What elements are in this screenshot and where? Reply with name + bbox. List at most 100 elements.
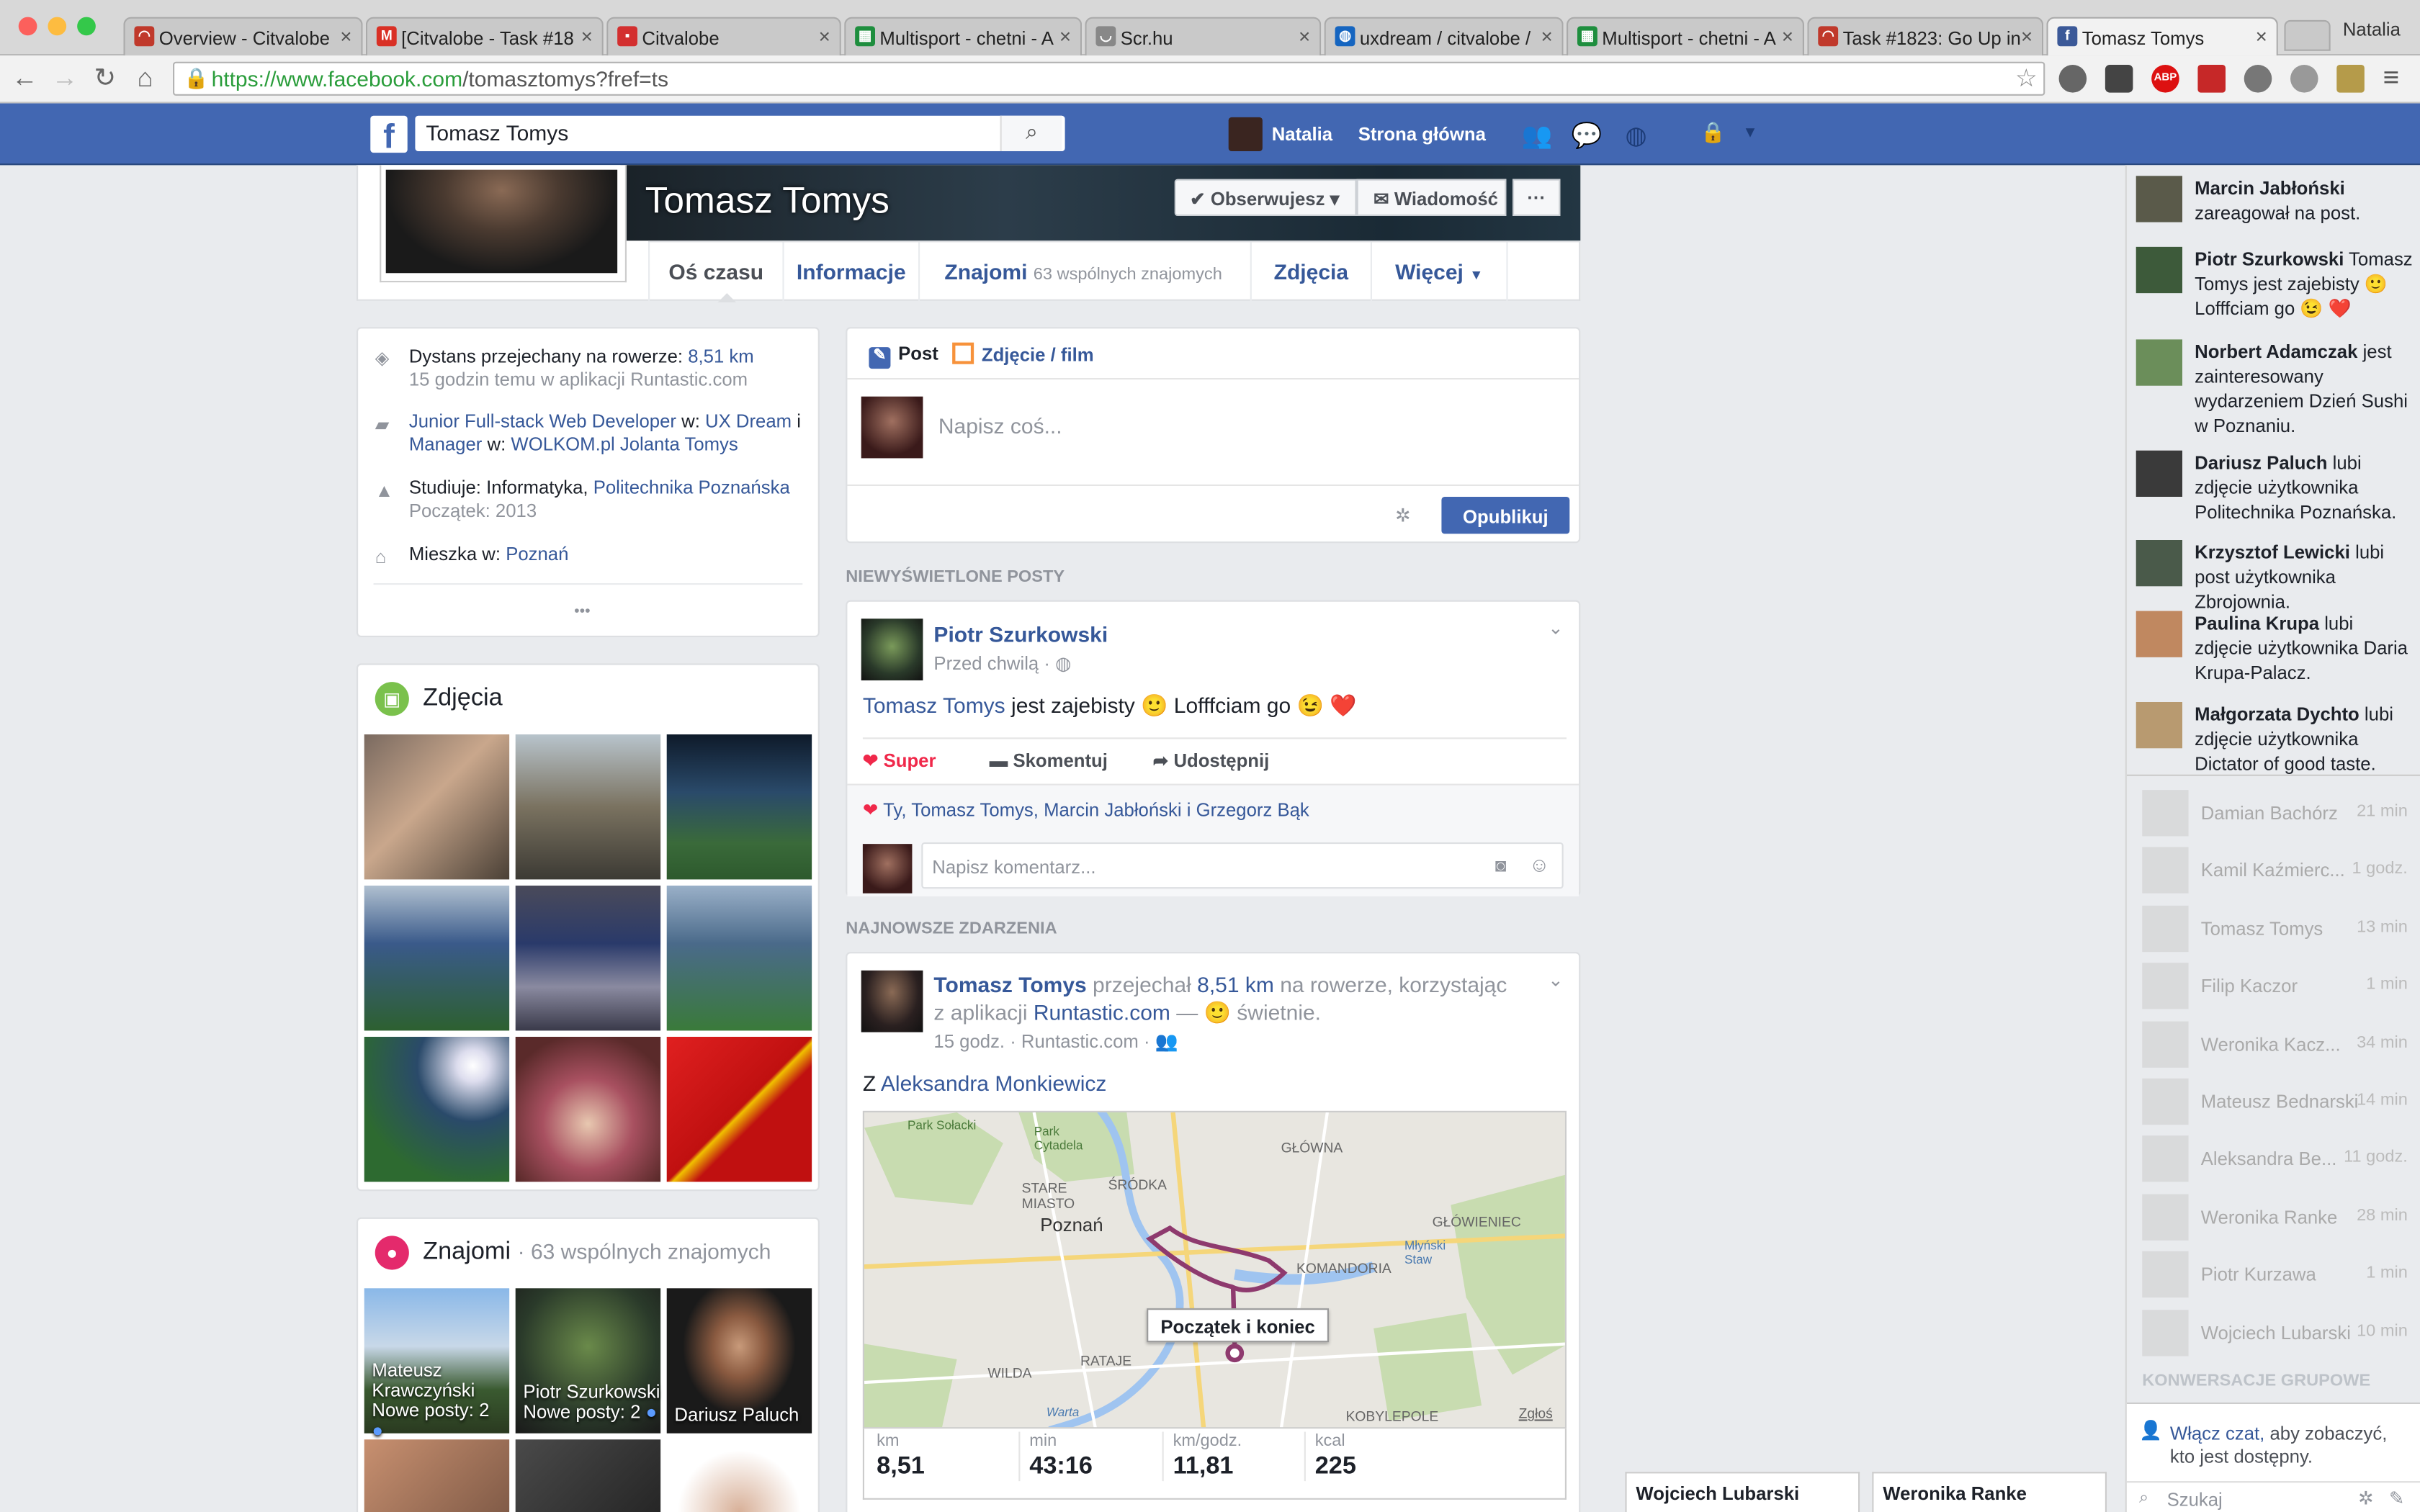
post-author-link[interactable]: Tomasz Tomys	[933, 972, 1086, 996]
follow-button[interactable]: ✔ Obserwujesz ▾	[1174, 179, 1357, 216]
ticker-item[interactable]: Krzysztof Lewicki lubi post użytkownika …	[2136, 540, 2414, 614]
chat-contact[interactable]: Filip Kaczor 1 min	[2142, 963, 2408, 1009]
publish-button[interactable]: Opublikuj	[1441, 497, 1570, 534]
ticker-name[interactable]: Krzysztof Lewicki	[2195, 541, 2350, 563]
browser-tab[interactable]: f Tomasz Tomys ×	[2046, 17, 2278, 56]
app-link[interactable]: Runtastic.com	[1034, 1000, 1170, 1025]
address-bar[interactable]: 🔒 https://www.facebook.com/tomasztomys?f…	[173, 61, 2045, 96]
notifications-globe-icon[interactable]: ◍	[1621, 120, 1652, 149]
close-tab-icon[interactable]: ×	[581, 24, 593, 48]
new-message-icon[interactable]: ✎	[2389, 1488, 2405, 1509]
back-icon[interactable]: ←	[9, 63, 40, 94]
job-company-link[interactable]: UX Dream	[705, 410, 792, 432]
chat-contact[interactable]: Weronika Kacz... 34 min	[2142, 1020, 2408, 1067]
browser-tab[interactable]: ◡ Scr.hu ×	[1085, 17, 1322, 56]
avatar[interactable]	[1228, 117, 1263, 151]
close-tab-icon[interactable]: ×	[1782, 24, 1793, 48]
extension-icon[interactable]	[2105, 65, 2133, 93]
photo-thumbnail[interactable]	[666, 886, 812, 1031]
menu-icon[interactable]: ≡	[2383, 62, 2400, 94]
tab-photos[interactable]: Zdjęcia	[1252, 242, 1372, 301]
home-icon[interactable]: ⌂	[130, 63, 161, 94]
with-friend-link[interactable]: Aleksandra Monkiewicz	[881, 1071, 1106, 1095]
photo-thumbnail[interactable]	[515, 886, 661, 1031]
close-tab-icon[interactable]: ×	[2256, 24, 2267, 48]
browser-tab[interactable]: ▦ Multisport - chetni - A ×	[844, 17, 1083, 56]
route-map[interactable]: Park Sołacki Park Cytadela GŁÓWNA STARE …	[862, 1110, 1567, 1429]
friend-tile[interactable]: Dariusz Paluch	[666, 1288, 812, 1434]
close-tab-icon[interactable]: ×	[819, 24, 830, 48]
new-tab-button[interactable]	[2284, 19, 2331, 51]
post-time[interactable]: Przed chwilą · ◍	[933, 652, 1071, 674]
profile-picture[interactable]	[380, 165, 627, 283]
job-manager-link[interactable]: Manager	[409, 433, 483, 455]
photo-thumbnail[interactable]	[515, 1037, 661, 1182]
chat-contact[interactable]: Damian Bachórz 21 min	[2142, 790, 2408, 837]
avatar[interactable]	[861, 618, 923, 680]
ticker-item[interactable]: Marcin Jabłoński zareagował na post.	[2136, 176, 2414, 225]
tab-about[interactable]: Informacje	[784, 242, 920, 301]
messages-icon[interactable]: 💬	[1571, 120, 1602, 149]
chat-contact[interactable]: Weronika Ranke 28 min	[2142, 1194, 2408, 1241]
browser-tab[interactable]: ◠ Overview - Citvalobe ×	[123, 17, 363, 56]
bookmark-star-icon[interactable]: ☆	[2015, 63, 2038, 94]
browser-tab[interactable]: ◍ uxdream / citvalobe / ×	[1324, 17, 1564, 56]
ticker-name[interactable]: Norbert Adamczak	[2195, 341, 2357, 363]
chat-contact[interactable]: Piotr Kurzawa 1 min	[2142, 1251, 2408, 1298]
gear-icon[interactable]: ✲	[1395, 505, 1411, 526]
docked-chat-tab[interactable]: Wojciech Lubarski	[1625, 1472, 1860, 1512]
extension-icon[interactable]	[2244, 65, 2272, 93]
chat-contact[interactable]: Mateusz Bednarski 14 min	[2142, 1078, 2408, 1125]
friend-tile[interactable]: Mateusz Krawczyński Nowe posty: 2 ●	[364, 1288, 510, 1440]
privacy-icon[interactable]: 🔒	[1698, 120, 1729, 148]
ticker-item[interactable]: Małgorzata Dychto lubi zdjęcie użytkowni…	[2136, 701, 2414, 776]
ticker-item[interactable]: Norbert Adamczak jest zainteresowany wyd…	[2136, 339, 2414, 438]
ticker-item[interactable]: Dariusz Paluch lubi zdjęcie użytkownika …	[2136, 450, 2414, 525]
map-report-link[interactable]: Zgłoś	[1519, 1405, 1553, 1421]
bike-value-link[interactable]: 8,51 km	[688, 346, 753, 367]
gear-icon[interactable]: ✲	[2358, 1488, 2374, 1509]
search-icon[interactable]: ⌕	[1000, 115, 1062, 151]
photo-thumbnail[interactable]	[364, 1037, 510, 1182]
chat-search-input[interactable]: ⌕ Szukaj ✲ ✎	[2126, 1481, 2420, 1512]
friend-tile[interactable]	[515, 1439, 661, 1512]
share-button[interactable]: ➦ Udostępnij	[1153, 750, 1270, 771]
tab-friends[interactable]: Znajomi 63 wspólnych znajomych	[920, 242, 1252, 301]
composer-post-tab[interactable]: ✎ Post	[869, 343, 938, 369]
browser-profile-name[interactable]: Natalia	[2343, 19, 2401, 40]
zoom-window-button[interactable]	[77, 17, 96, 36]
post-mention-link[interactable]: Tomasz Tomys	[863, 693, 1005, 717]
nav-profile-link[interactable]: Natalia	[1272, 123, 1332, 145]
docked-chat-tab[interactable]: Weronika Ranke	[1872, 1472, 2107, 1512]
lives-city-link[interactable]: Poznań	[506, 543, 568, 564]
extension-icon[interactable]	[2290, 65, 2318, 93]
browser-tab[interactable]: ▦ Multisport - chetni - A ×	[1567, 17, 1804, 56]
composer-input[interactable]: Napisz coś...	[938, 413, 1062, 438]
chat-contact[interactable]: Wojciech Lubarski 10 min	[2142, 1309, 2408, 1356]
ticker-name[interactable]: Małgorzata Dychto	[2195, 703, 2360, 725]
ticker-name[interactable]: Piotr Szurkowski	[2195, 248, 2344, 270]
tab-more[interactable]: Więcej ▼	[1372, 242, 1508, 301]
job-company-link[interactable]: WOLKOM.pl Jolanta Tomys	[511, 433, 738, 455]
enable-chat-link[interactable]: Włącz czat,	[2170, 1423, 2264, 1444]
profile-name[interactable]: Tomasz Tomys	[645, 181, 889, 224]
chevron-down-icon[interactable]: ⌄	[1548, 969, 1564, 991]
ticker-name[interactable]: Paulina Krupa	[2195, 613, 2319, 634]
friend-tile[interactable]	[666, 1439, 812, 1512]
comment-button[interactable]: ▬ Skomentuj	[990, 750, 1108, 771]
camera-icon[interactable]: ◙	[1495, 855, 1507, 876]
intro-more-button[interactable]: •••	[574, 600, 591, 624]
close-window-button[interactable]	[18, 17, 37, 36]
close-tab-icon[interactable]: ×	[1059, 24, 1071, 48]
photo-thumbnail[interactable]	[515, 734, 661, 880]
nav-home-link[interactable]: Strona główna	[1358, 123, 1486, 145]
message-button[interactable]: ✉ Wiadomość	[1356, 179, 1507, 216]
close-tab-icon[interactable]: ×	[2021, 24, 2033, 48]
ticker-name[interactable]: Marcin Jabłoński	[2195, 177, 2345, 199]
friend-requests-icon[interactable]: 👥	[1522, 120, 1553, 149]
close-tab-icon[interactable]: ×	[1541, 24, 1552, 48]
distance-link[interactable]: 8,51 km	[1197, 972, 1274, 996]
photos-title[interactable]: Zdjęcia	[423, 685, 503, 713]
more-options-button[interactable]: ···	[1512, 179, 1561, 216]
ticker-name[interactable]: Dariusz Paluch	[2195, 452, 2327, 474]
